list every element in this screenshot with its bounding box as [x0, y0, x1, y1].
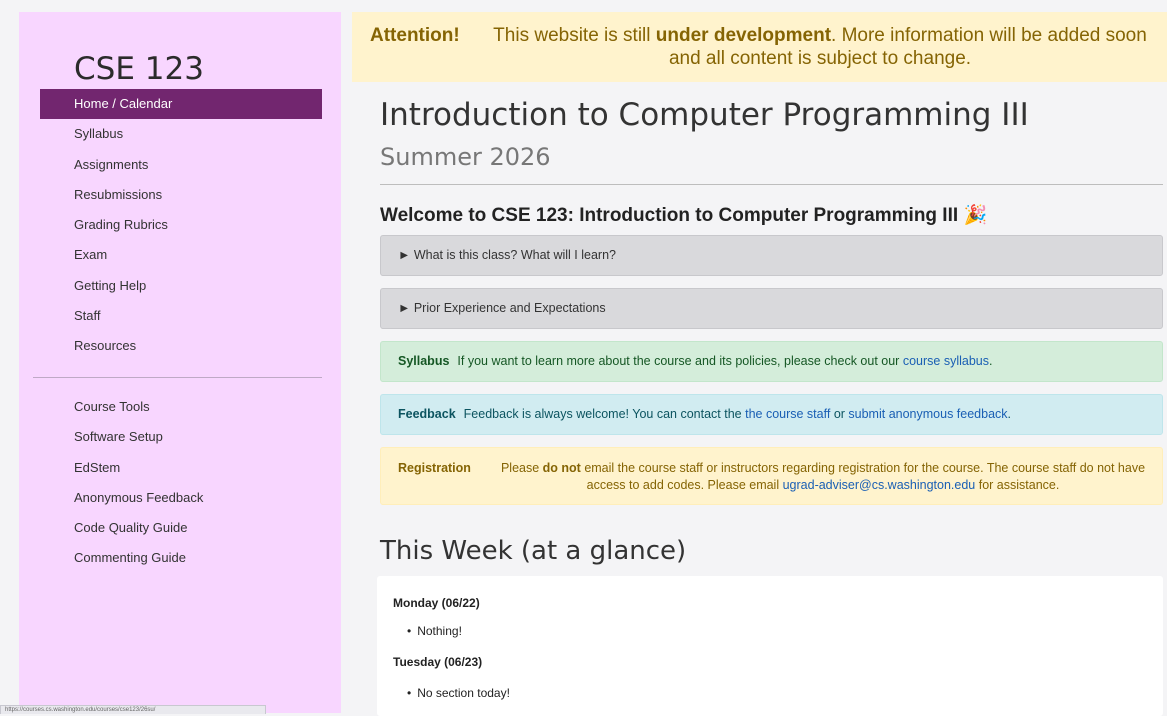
title-divider	[380, 184, 1163, 185]
sidebar-tools-nav: Course Tools Software Setup EdStem Anony…	[40, 392, 322, 574]
sidebar-item-edstem[interactable]: EdStem	[40, 453, 322, 483]
adviser-email-link[interactable]: ugrad-adviser@cs.washington.edu	[783, 478, 976, 492]
syllabus-alert-label: Syllabus	[398, 354, 450, 368]
list-item: No section today!	[407, 686, 510, 700]
attention-banner: Attention! This website is still under d…	[352, 12, 1167, 82]
details-prior-experience[interactable]: ► Prior Experience and Expectations	[380, 288, 1163, 329]
registration-text-bold: do not	[542, 461, 581, 475]
day-heading-monday: Monday (06/22)	[393, 596, 480, 610]
course-syllabus-link[interactable]: course syllabus	[903, 354, 989, 368]
sidebar-item-commenting-guide[interactable]: Commenting Guide	[40, 543, 322, 573]
page-title: Introduction to Computer Programming III	[380, 97, 1029, 133]
details-what-is-this-class[interactable]: ► What is this class? What will I learn?	[380, 235, 1163, 276]
sidebar-item-resubmissions[interactable]: Resubmissions	[40, 180, 322, 210]
feedback-alert-label: Feedback	[398, 407, 456, 421]
sidebar-item-code-quality-guide[interactable]: Code Quality Guide	[40, 513, 322, 543]
sidebar-item-resources[interactable]: Resources	[40, 331, 322, 361]
sidebar-item-syllabus[interactable]: Syllabus	[40, 119, 322, 149]
this-week-card: Monday (06/22) Nothing! Tuesday (06/23) …	[377, 576, 1163, 716]
sidebar-item-staff[interactable]: Staff	[40, 301, 322, 331]
sidebar-item-exam[interactable]: Exam	[40, 240, 322, 270]
feedback-alert-text: Feedback is always welcome! You can cont…	[463, 407, 746, 421]
anonymous-feedback-link[interactable]: submit anonymous feedback	[848, 407, 1007, 421]
syllabus-alert: Syllabus If you want to learn more about …	[380, 341, 1163, 382]
registration-alert: Registration Please do not email the cou…	[380, 447, 1163, 505]
course-staff-link[interactable]: the course staff	[745, 407, 830, 421]
sidebar-item-assignments[interactable]: Assignments	[40, 150, 322, 180]
registration-text-end: for assistance.	[975, 478, 1060, 492]
syllabus-alert-end: .	[988, 354, 993, 368]
sidebar-item-home-calendar[interactable]: Home / Calendar	[40, 89, 322, 120]
sidebar-item-getting-help[interactable]: Getting Help	[40, 271, 322, 301]
sidebar-item-software-setup[interactable]: Software Setup	[40, 422, 322, 452]
registration-text-pre: Please	[500, 461, 543, 475]
party-popper-icon: 🎉	[963, 205, 988, 226]
banner-label: Attention!	[370, 25, 460, 46]
sidebar-item-grading-rubrics[interactable]: Grading Rubrics	[40, 210, 322, 240]
banner-text-pre: This website is still	[493, 25, 656, 46]
welcome-text: Welcome to CSE 123: Introduction to Comp…	[380, 205, 959, 226]
day-heading-tuesday: Tuesday (06/23)	[393, 655, 483, 669]
welcome-heading: Welcome to CSE 123: Introduction to Comp…	[380, 203, 987, 227]
page-subtitle: Summer 2026	[380, 143, 551, 171]
list-item: Nothing!	[407, 624, 462, 638]
sidebar-item-course-tools[interactable]: Course Tools	[40, 392, 322, 422]
syllabus-alert-text: If you want to learn more about the cour…	[457, 354, 903, 368]
registration-alert-label: Registration	[398, 461, 471, 475]
sidebar-nav: Home / Calendar Syllabus Assignments Res…	[40, 89, 322, 362]
feedback-alert: Feedback Feedback is always welcome! You …	[380, 394, 1163, 435]
registration-alert-text: Please do not email the course staff or …	[488, 460, 1158, 494]
sidebar-divider	[33, 377, 322, 378]
feedback-alert-end: .	[1007, 407, 1012, 421]
feedback-alert-mid: or	[830, 407, 849, 421]
sidebar-item-anonymous-feedback[interactable]: Anonymous Feedback	[40, 483, 322, 513]
banner-text: This website is still under development.…	[480, 24, 1160, 70]
course-title: CSE 123	[74, 51, 204, 87]
this-week-heading: This Week (at a glance)	[380, 536, 687, 566]
banner-text-bold: under development	[655, 25, 832, 46]
